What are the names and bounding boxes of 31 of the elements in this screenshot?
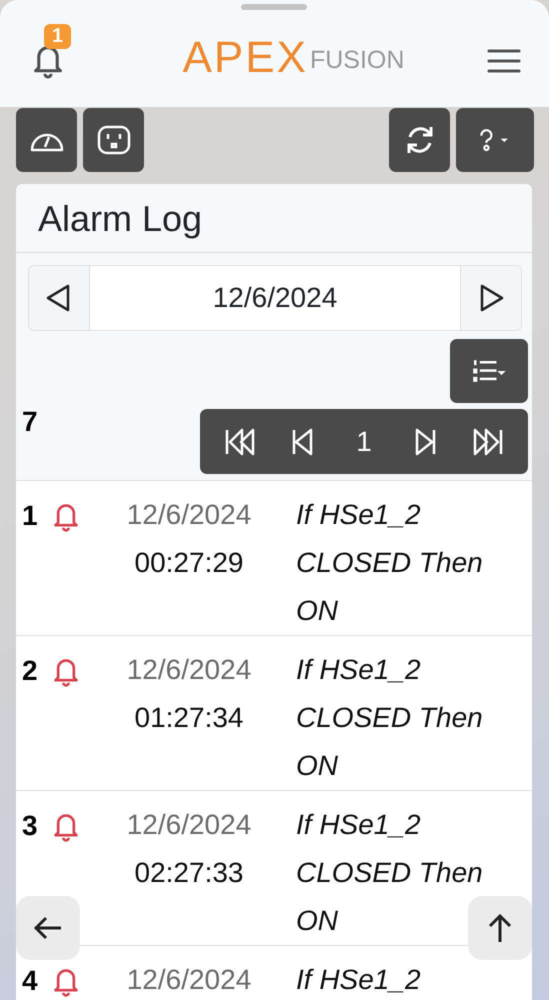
alarm-time: 02:27:33: [134, 856, 244, 890]
alarm-time: 00:27:29: [134, 546, 244, 580]
dashboard-button[interactable]: [16, 108, 77, 172]
card-title: Alarm Log: [16, 184, 532, 253]
back-button[interactable]: [16, 896, 80, 960]
alarm-message: If HSe1_2 CLOSED Then ON: [296, 498, 484, 628]
sort-dropdown-button[interactable]: [450, 339, 528, 403]
date-field[interactable]: 12/6/2024: [89, 266, 461, 330]
row-number: 2: [21, 654, 39, 688]
logo-subtext: FUSION: [310, 48, 404, 72]
notification-badge: 1: [44, 24, 72, 48]
alarm-date: 12/6/2024: [126, 808, 252, 842]
alarm-message: If HSe1_2 CLOSED Then ON: [296, 808, 484, 938]
row-number: 4: [21, 964, 39, 998]
logo-text: APEX: [182, 36, 308, 80]
help-dropdown-button[interactable]: [456, 108, 534, 172]
alarm-date: 12/6/2024: [126, 653, 252, 687]
record-count: 7: [22, 406, 39, 438]
alarm-time: 01:27:34: [134, 701, 244, 735]
menu-icon[interactable]: [487, 48, 521, 74]
refresh-button[interactable]: [389, 108, 450, 172]
alarm-message: If HSe1_2 CLOSED Then ON: [296, 653, 484, 783]
row-number: 3: [21, 809, 39, 843]
alarm-date: 12/6/2024: [126, 963, 252, 997]
outlet-button[interactable]: [83, 108, 144, 172]
page-number[interactable]: 1: [336, 416, 392, 466]
alarm-message: If HSe1_2: [296, 963, 422, 997]
scroll-top-button[interactable]: [468, 896, 532, 960]
row-number: 1: [21, 499, 39, 533]
alarm-date: 12/6/2024: [126, 498, 252, 532]
drag-handle[interactable]: [241, 4, 307, 10]
